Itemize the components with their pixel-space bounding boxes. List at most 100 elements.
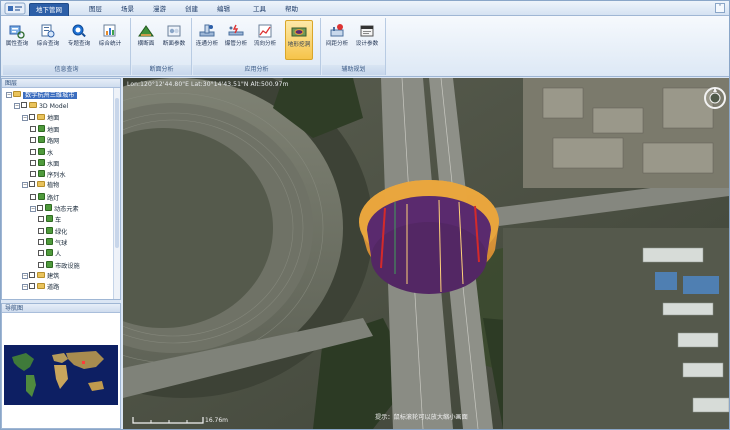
tree-node[interactable]: 绿化 — [38, 226, 67, 237]
tree-node[interactable]: 气球 — [38, 237, 67, 248]
app-menu-icon[interactable] — [4, 2, 26, 15]
layer-checkbox[interactable] — [38, 238, 44, 245]
tree-expander[interactable]: − — [22, 272, 28, 279]
layer-checkbox[interactable] — [29, 283, 35, 290]
pipe-burst-analysis-button[interactable]: 爆管分析 — [225, 20, 247, 60]
tree-expander[interactable]: − — [6, 92, 12, 98]
terrain-excavation-hole[interactable] — [359, 180, 499, 294]
layer-icon — [38, 158, 45, 166]
tree-node-label: 动态元素 — [54, 206, 79, 213]
layer-checkbox[interactable] — [30, 125, 36, 132]
3d-scene-viewport[interactable]: Lon:120°12'44.80"E Lat:30°14'43.51"N Alt… — [123, 78, 729, 429]
tab-layers[interactable]: 图层 — [83, 3, 108, 16]
section-params-button[interactable]: 断面参数 — [163, 20, 185, 60]
layer-checkbox[interactable] — [38, 261, 44, 268]
tree-scrollbar[interactable] — [113, 88, 120, 299]
tab-edit[interactable]: 编辑 — [211, 3, 236, 16]
tree-node[interactable]: − 地面 — [22, 113, 59, 124]
pipe-query-icon — [9, 25, 25, 39]
tree-node[interactable]: 路灯 — [30, 192, 60, 203]
tree-node[interactable]: − 数字杭州三维城市 — [6, 91, 77, 101]
group-application-analysis: 连通分析 爆管分析 流向分析 地形挖洞 应用分析 — [193, 18, 321, 75]
cross-section-icon — [138, 25, 154, 37]
tree-node-label: 市政设施 — [55, 262, 80, 270]
layer-icon — [46, 226, 53, 234]
tree-node[interactable]: − 建筑 — [22, 271, 59, 282]
cross-section-button[interactable]: 横断面 — [136, 20, 156, 60]
layer-checkbox[interactable] — [30, 171, 36, 178]
spacing-analysis-label: 间距分析 — [325, 41, 349, 47]
tab-scene[interactable]: 场景 — [115, 3, 140, 16]
tree-node-label: 路灯 — [47, 194, 60, 202]
thematic-query-button[interactable]: 专题查询 — [68, 20, 90, 60]
overview-map-panel: 导航图 — [1, 303, 121, 429]
comprehensive-stats-button[interactable]: 综合统计 — [99, 20, 121, 60]
tree-expander[interactable]: − — [22, 182, 28, 189]
comprehensive-query-button[interactable]: 综合查询 — [37, 20, 59, 60]
layer-checkbox[interactable] — [38, 216, 44, 223]
layer-checkbox[interactable] — [38, 250, 44, 257]
tree-node-label: 水面 — [47, 160, 60, 168]
layer-tree-panel: 图层 − 数字杭州三维城市 −3D Model − 地面 地面 路网水水面 序列水 − 植物 路灯 −… — [1, 78, 121, 300]
tab-help[interactable]: 帮助 — [279, 3, 304, 16]
layer-checkbox[interactable] — [29, 181, 35, 188]
design-params-button[interactable]: 设计参数 — [356, 20, 378, 60]
layer-icon — [38, 136, 45, 144]
tree-node-label: 路网 — [47, 138, 60, 146]
tree-node-label: 水 — [47, 149, 54, 157]
group-label: 应用分析 — [193, 65, 320, 75]
layer-checkbox[interactable] — [30, 137, 36, 144]
connectivity-analysis-button[interactable]: 连通分析 — [196, 20, 218, 60]
tree-node[interactable]: 序列水 — [30, 170, 66, 180]
scale-label: 16.76m — [205, 417, 229, 424]
layer-checkbox[interactable] — [30, 159, 36, 166]
layer-panel-title: 图层 — [2, 79, 120, 88]
layer-checkbox[interactable] — [29, 113, 35, 120]
layer-checkbox[interactable] — [30, 193, 36, 200]
compass-icon[interactable] — [703, 86, 727, 110]
layer-checkbox[interactable] — [30, 148, 36, 155]
folder-icon — [37, 271, 45, 278]
tree-node[interactable]: 水面 — [30, 158, 60, 169]
tree-node[interactable]: 人 — [38, 249, 61, 259]
layer-checkbox[interactable] — [37, 205, 43, 211]
tree-node[interactable]: 地面 — [30, 124, 60, 135]
tree-node-label: 地面 — [47, 126, 60, 134]
layer-icon — [45, 204, 52, 211]
terrain-excavation-button[interactable]: 地形挖洞 — [285, 20, 313, 60]
tree-node[interactable]: − 3D Model — [14, 102, 68, 112]
coordinate-readout: Lon:120°12'44.80"E Lat:30°14'43.51"N Alt… — [127, 81, 289, 88]
tree-node-label: 植物 — [47, 182, 60, 190]
flow-direction-icon — [258, 24, 272, 38]
flow-direction-analysis-button[interactable]: 流向分析 — [254, 20, 276, 60]
tab-create[interactable]: 创建 — [179, 3, 204, 16]
tree-node[interactable]: 车 — [38, 215, 61, 225]
tree-node[interactable]: − 植物 — [22, 181, 59, 191]
tree-expander[interactable]: − — [30, 206, 36, 212]
spacing-analysis-button[interactable]: 间距分析 — [326, 20, 348, 60]
pipe-burst-icon — [228, 24, 244, 36]
folder-icon — [29, 102, 37, 109]
tree-expander[interactable]: − — [14, 103, 20, 110]
scrollbar-thumb[interactable] — [115, 98, 119, 248]
tab-roam[interactable]: 漫游 — [147, 3, 172, 16]
aerial-scene — [123, 78, 729, 429]
world-overview-map[interactable] — [4, 345, 118, 405]
tree-node[interactable]: 市政设施 — [38, 260, 80, 271]
tree-node[interactable]: − 道路 — [22, 283, 59, 293]
tab-tools[interactable]: 工具 — [247, 3, 272, 16]
tree-node-label: 车 — [55, 217, 62, 225]
tab-underground-pipes[interactable]: 地下管网 — [29, 3, 69, 16]
tree-node[interactable]: − 动态元素 — [30, 204, 79, 214]
layer-checkbox[interactable] — [21, 102, 27, 109]
tree-expander[interactable]: − — [22, 284, 28, 291]
attribute-query-button[interactable]: 属性查询 — [6, 20, 28, 60]
tree-node-label: 数字杭州三维城市 — [23, 92, 77, 99]
minimize-ribbon-button[interactable]: ˆ — [715, 3, 725, 13]
tree-node[interactable]: 水 — [30, 147, 54, 158]
attribute-query-label: 属性查询 — [5, 41, 29, 47]
tree-expander[interactable]: − — [22, 114, 28, 121]
layer-checkbox[interactable] — [29, 271, 35, 278]
layer-checkbox[interactable] — [38, 227, 44, 234]
tree-node[interactable]: 路网 — [30, 136, 59, 146]
